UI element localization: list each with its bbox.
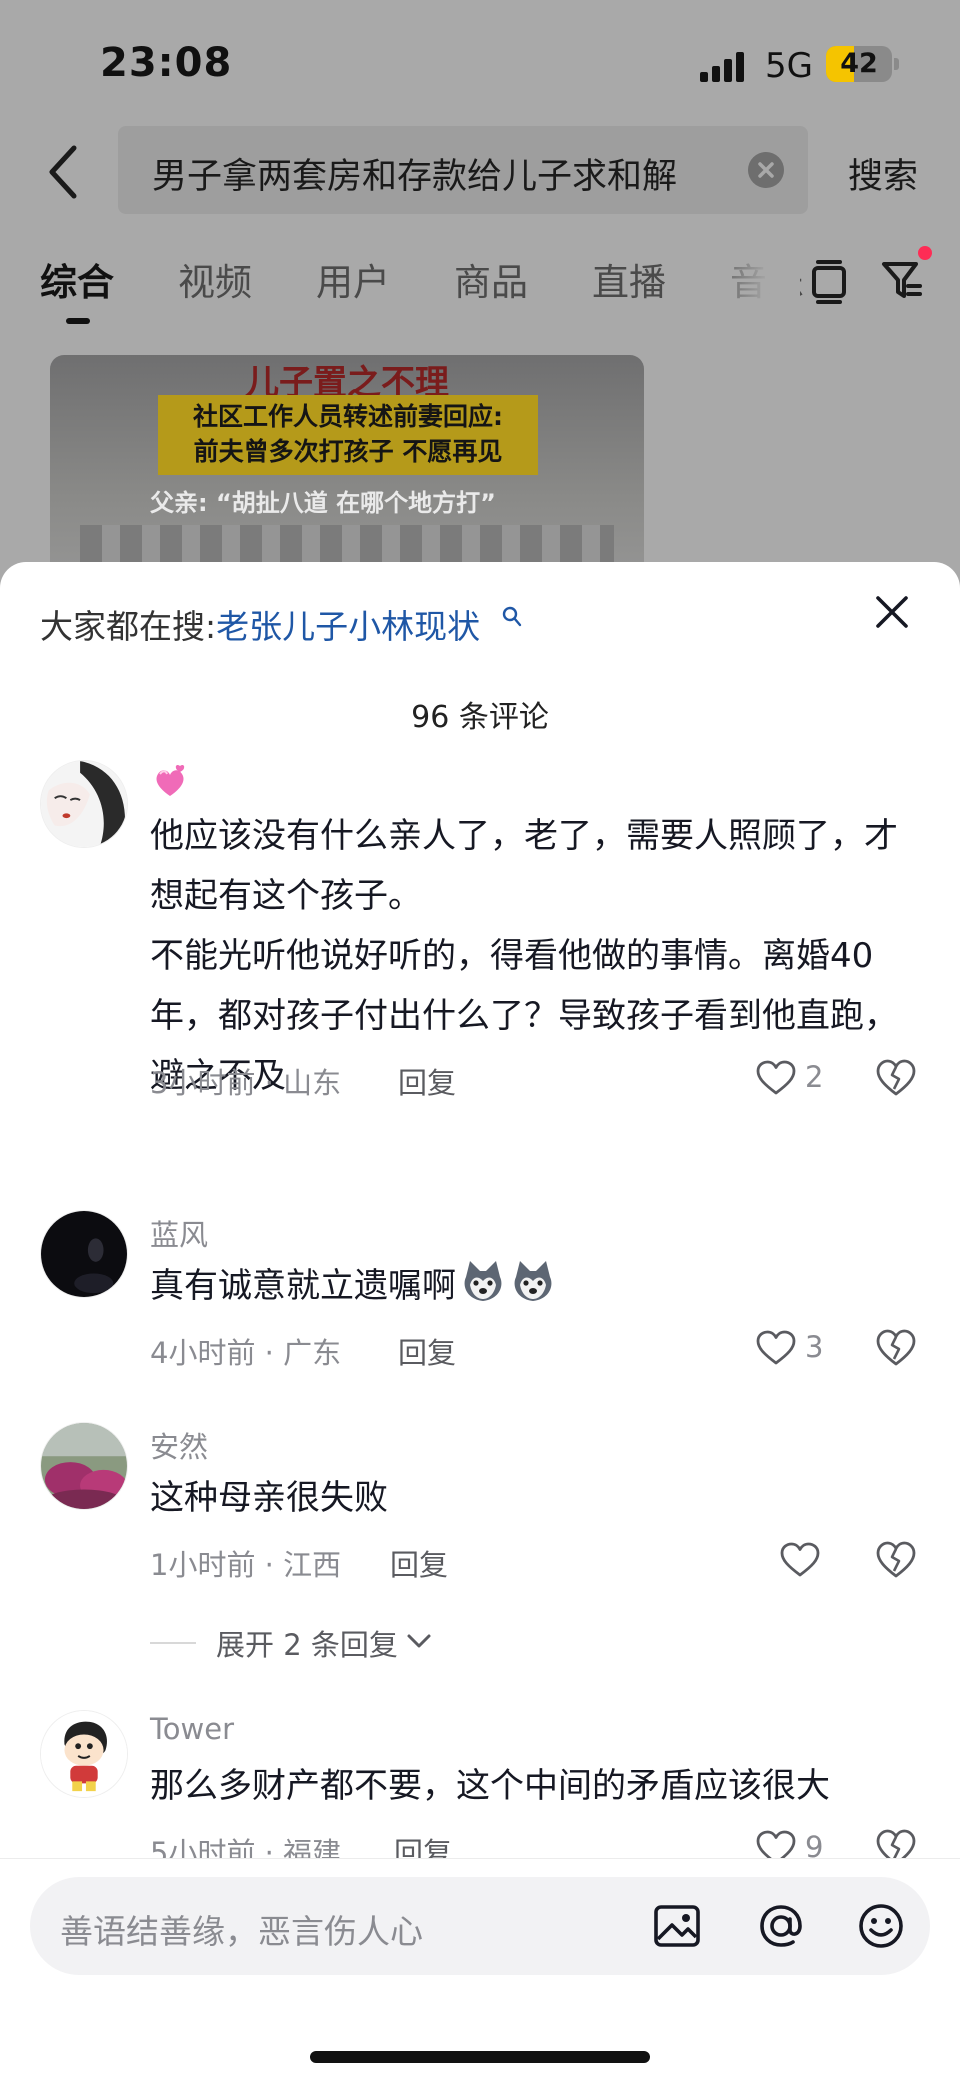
comment-username[interactable]: Tower: [150, 1712, 234, 1746]
hearts-sticker-icon: [156, 764, 185, 796]
like-icon[interactable]: [780, 1542, 820, 1578]
thumbnail-caption-line: 社区工作人员转述前妻回应:: [193, 402, 503, 431]
comment-input-bar: 善语结善缘，恶言伤人心: [0, 1858, 960, 2078]
thumbnail-caption: 社区工作人员转述前妻回应: 前夫曾多次打孩子 不愿再见: [158, 395, 538, 475]
comment-input-placeholder: 善语结善缘，恶言伤人心: [60, 1912, 423, 1951]
tab-users[interactable]: 用户: [316, 252, 390, 306]
back-icon[interactable]: [44, 142, 84, 202]
thumbnail-quote: 父亲: “胡扯八道 在哪个地方打”: [150, 489, 496, 517]
comment-sheet: 大家都在搜:老张儿子小林现状 96 条评论 他应该没有什么亲人了，老了，需要人照…: [0, 562, 960, 2078]
close-icon[interactable]: [872, 592, 912, 632]
like-icon[interactable]: [756, 1060, 796, 1096]
comment-count: 96 条评论: [411, 700, 549, 735]
thumbnail-caption-line: 前夫曾多次打孩子 不愿再见: [193, 437, 503, 466]
battery-icon: 42: [826, 46, 892, 82]
comment-meta: 3小时前 · 山东: [150, 1066, 342, 1100]
reply-button[interactable]: 回复: [390, 1542, 448, 1584]
dislike-icon[interactable]: [876, 1541, 916, 1579]
comment-text: 真有诚意就立遗嘱啊: [150, 1266, 456, 1306]
chevron-down-icon: [407, 1634, 431, 1648]
network-type: 5G: [765, 46, 813, 86]
status-time: 23:08: [100, 40, 233, 86]
like-count: 3: [805, 1330, 824, 1364]
comment-body: 真有诚意就立遗嘱啊: [150, 1256, 930, 1316]
tab-active-indicator: [66, 318, 90, 324]
search-results-page: 23:08 5G 42 男子拿两套房和存款给儿子求和解 搜索 综合 视频 用户 …: [0, 0, 960, 615]
hot-search: 大家都在搜:老张儿子小林现状: [40, 600, 480, 648]
tab-fade: [700, 250, 800, 320]
search-icon: [502, 606, 522, 627]
emoji-icon[interactable]: [854, 1899, 908, 1953]
filter-badge: [918, 246, 932, 260]
tab-live[interactable]: 直播: [592, 252, 666, 306]
search-input[interactable]: 男子拿两套房和存款给儿子求和解: [118, 126, 808, 214]
comment-meta: 1小时前 · 江西: [150, 1548, 342, 1582]
expand-divider: [150, 1642, 196, 1644]
home-indicator[interactable]: [310, 2051, 650, 2063]
like-count: 2: [805, 1060, 824, 1094]
comment-username[interactable]: 安然: [150, 1424, 208, 1466]
like-icon[interactable]: [756, 1330, 796, 1366]
avatar[interactable]: [40, 1422, 128, 1510]
tab-video[interactable]: 视频: [178, 252, 252, 306]
dislike-icon[interactable]: [876, 1059, 916, 1097]
avatar[interactable]: [40, 760, 128, 848]
reply-button[interactable]: 回复: [398, 1060, 456, 1102]
mention-icon[interactable]: [754, 1899, 808, 1953]
hot-search-label: 大家都在搜:: [40, 607, 217, 646]
avatar[interactable]: [40, 1210, 128, 1298]
husky-emoji-icon: [464, 1261, 502, 1301]
battery-level: 42: [840, 48, 878, 79]
status-bar: 23:08 5G 42: [0, 0, 960, 120]
tab-products[interactable]: 商品: [454, 252, 528, 306]
dislike-icon[interactable]: [876, 1329, 916, 1367]
filter-icon[interactable]: [880, 258, 924, 304]
reply-button[interactable]: 回复: [398, 1330, 456, 1372]
tab-all[interactable]: 综合: [40, 252, 114, 306]
clear-icon[interactable]: [748, 152, 784, 188]
signal-icon: [700, 52, 748, 82]
comment-text: 这种母亲很失败: [150, 1478, 388, 1518]
battery-tip: [894, 58, 899, 70]
comment-text: 那么多财产都不要，这个中间的矛盾应该很大: [150, 1766, 830, 1806]
avatar[interactable]: [40, 1710, 128, 1798]
expand-replies-label: 展开 2 条回复: [216, 1628, 398, 1662]
image-icon[interactable]: [650, 1899, 704, 1953]
comment-meta: 4小时前 · 广东: [150, 1336, 342, 1370]
hot-search-link[interactable]: 老张儿子小林现状: [216, 607, 480, 646]
search-button[interactable]: 搜索: [848, 148, 918, 199]
search-query: 男子拿两套房和存款给儿子求和解: [152, 157, 678, 197]
comment-input[interactable]: 善语结善缘，恶言伤人心: [30, 1877, 930, 1975]
layout-toggle-icon[interactable]: [810, 258, 850, 304]
comment-username[interactable]: 蓝风: [150, 1212, 208, 1254]
husky-emoji-icon: [514, 1261, 552, 1301]
